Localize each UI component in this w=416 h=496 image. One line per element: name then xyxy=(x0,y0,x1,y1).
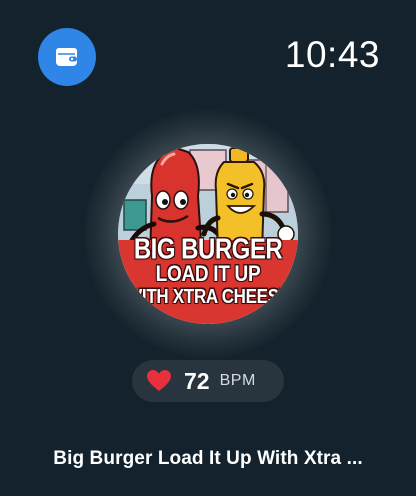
album-artwork[interactable]: BIG BURGER LOAD IT UP WITH XTRA CHEESE xyxy=(118,144,298,324)
heart-rate-unit: BPM xyxy=(219,372,256,389)
heart-rate-value: 72 xyxy=(184,367,210,394)
wallet-button[interactable] xyxy=(38,28,96,86)
heart-rate-pill[interactable]: 72 BPM xyxy=(132,360,284,402)
clock-time: 10:43 xyxy=(284,34,380,75)
artwork-text-line2: LOAD IT UP xyxy=(155,262,261,287)
heart-icon xyxy=(147,370,171,391)
artwork-text-line3: WITH XTRA CHEESE xyxy=(126,285,290,308)
wallet-icon xyxy=(56,48,77,66)
now-playing-title[interactable]: Big Burger Load It Up With Xtra ... xyxy=(0,448,416,470)
